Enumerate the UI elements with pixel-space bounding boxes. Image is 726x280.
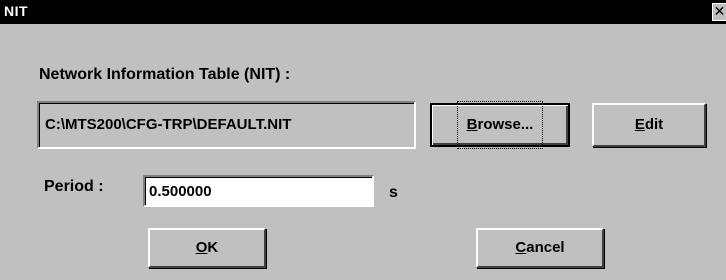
- ok-button-label: OK: [195, 239, 219, 256]
- edit-button[interactable]: Edit: [592, 103, 706, 147]
- browse-button[interactable]: Browse...: [430, 101, 570, 149]
- nit-path-field: C:\MTS200\CFG-TRP\DEFAULT.NIT: [37, 101, 416, 149]
- nit-dialog: NIT ✕ Network Information Table (NIT) : …: [0, 0, 726, 280]
- cancel-button-label: Cancel: [515, 239, 565, 256]
- browse-button-label: Browse...: [456, 101, 544, 149]
- nit-label: Network Information Table (NIT) :: [39, 66, 291, 83]
- edit-button-label: Edit: [634, 116, 664, 133]
- period-label: Period :: [44, 178, 104, 195]
- period-unit: s: [389, 184, 398, 201]
- window-title: NIT: [4, 3, 29, 19]
- period-input[interactable]: [143, 175, 374, 207]
- title-bar: NIT ✕: [0, 0, 726, 24]
- ok-button[interactable]: OK: [148, 228, 266, 268]
- close-icon[interactable]: ✕: [712, 3, 726, 21]
- cancel-button[interactable]: Cancel: [476, 228, 604, 268]
